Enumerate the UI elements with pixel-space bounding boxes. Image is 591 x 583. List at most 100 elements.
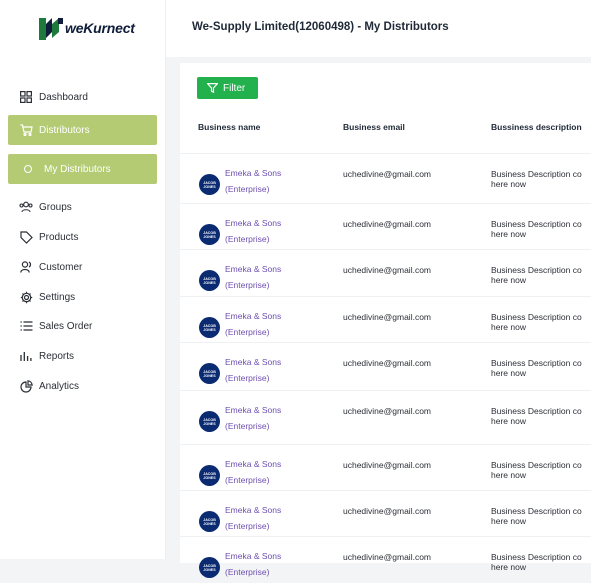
- business-name-link[interactable]: Emeka & Sons (Enterprise): [225, 456, 281, 488]
- business-name: Emeka & Sons: [225, 264, 282, 274]
- sidebar-item-customer[interactable]: Customer: [8, 252, 157, 282]
- business-name-link[interactable]: Emeka & Sons (Enterprise): [225, 215, 281, 247]
- business-name: Emeka & Sons: [225, 551, 282, 561]
- circle-icon: [24, 165, 32, 173]
- table-row[interactable]: JACOB JONES Emeka & Sons (Enterprise) uched…: [180, 536, 591, 583]
- sidebar-item-analytics[interactable]: Analytics: [8, 371, 157, 401]
- business-type: (Enterprise): [225, 373, 270, 383]
- business-email: uchedivine@gmail.com: [343, 460, 432, 470]
- business-name-link[interactable]: Emeka & Sons (Enterprise): [225, 165, 281, 197]
- business-name: Emeka & Sons: [225, 459, 282, 469]
- table-row[interactable]: JACOB JONES Emeka & Sons (Enterprise) uched…: [180, 490, 591, 537]
- description-line: Business Description co: [491, 358, 582, 368]
- business-type: (Enterprise): [225, 421, 270, 431]
- description-line: here now: [491, 368, 526, 378]
- sidebar-item-label: Distributors: [39, 124, 90, 136]
- description-line: here now: [491, 416, 526, 426]
- grid-icon: [19, 90, 33, 104]
- avatar: JACOB JONES: [199, 411, 220, 432]
- description-line: Business Description co: [491, 460, 582, 470]
- brand-logo[interactable]: weKurnect: [39, 16, 135, 40]
- table-row[interactable]: JACOB JONES Emeka & Sons (Enterprise) uched…: [180, 444, 591, 491]
- description-line: Business Description co: [491, 312, 582, 322]
- avatar: JACOB JONES: [199, 465, 220, 486]
- page-title: We-Supply Limited(12060498) - My Distrib…: [192, 21, 449, 33]
- header-bar: We-Supply Limited(12060498) - My Distrib…: [166, 0, 591, 57]
- column-header-business-email[interactable]: Business email: [343, 122, 405, 132]
- business-name: Emeka & Sons: [225, 168, 282, 178]
- business-description: Business Description co here now: [491, 312, 582, 332]
- table-row[interactable]: JACOB JONES Emeka & Sons (Enterprise) uched…: [180, 249, 591, 296]
- sidebar-item-label: Products: [39, 231, 79, 243]
- users-icon: [19, 200, 33, 214]
- business-email: uchedivine@gmail.com: [343, 265, 432, 275]
- sidebar-item-label: Reports: [39, 350, 75, 362]
- description-line: Business Description co: [491, 169, 582, 179]
- business-description: Business Description co here now: [491, 406, 582, 426]
- sidebar-item-label: Settings: [39, 291, 76, 303]
- description-line: here now: [491, 229, 526, 239]
- brand-name: weKurnect: [65, 20, 135, 36]
- table-row[interactable]: JACOB JONES Emeka & Sons (Enterprise) uched…: [180, 203, 591, 250]
- business-name-link[interactable]: Emeka & Sons (Enterprise): [225, 402, 281, 434]
- avatar: JACOB JONES: [199, 174, 220, 195]
- description-line: here now: [491, 470, 526, 480]
- business-description: Business Description co here now: [491, 358, 582, 378]
- filter-button[interactable]: Filter: [197, 77, 258, 99]
- sidebar-item-my-distributors[interactable]: My Distributors: [8, 154, 157, 184]
- filter-icon: [207, 83, 218, 93]
- business-name-link[interactable]: Emeka & Sons (Enterprise): [225, 354, 281, 386]
- sidebar-item-groups[interactable]: Groups: [8, 192, 157, 222]
- description-line: here now: [491, 562, 526, 572]
- table-row[interactable]: JACOB JONES Emeka & Sons (Enterprise) uched…: [180, 342, 591, 389]
- distributors-panel: Filter Business name Business email Buss…: [180, 63, 591, 578]
- business-type: (Enterprise): [225, 475, 270, 485]
- business-description: Business Description co here now: [491, 169, 582, 189]
- business-name-link[interactable]: Emeka & Sons (Enterprise): [225, 502, 281, 534]
- table-row[interactable]: JACOB JONES Emeka & Sons (Enterprise) uched…: [180, 390, 591, 437]
- sidebar-item-distributors[interactable]: Distributors: [8, 115, 157, 145]
- business-type: (Enterprise): [225, 567, 270, 577]
- business-email: uchedivine@gmail.com: [343, 506, 432, 516]
- business-description: Business Description co here now: [491, 506, 582, 526]
- business-email: uchedivine@gmail.com: [343, 406, 432, 416]
- description-line: here now: [491, 275, 526, 285]
- business-email: uchedivine@gmail.com: [343, 312, 432, 322]
- business-description: Business Description co here now: [491, 265, 582, 285]
- sidebar-item-sales-order[interactable]: Sales Order: [8, 311, 157, 341]
- bar-chart-icon: [19, 349, 33, 363]
- sidebar-item-dashboard[interactable]: Dashboard: [8, 82, 157, 112]
- sidebar-item-reports[interactable]: Reports: [8, 341, 157, 371]
- business-type: (Enterprise): [225, 234, 270, 244]
- table-row[interactable]: JACOB JONES Emeka & Sons (Enterprise) uched…: [180, 153, 591, 200]
- business-name: Emeka & Sons: [225, 405, 282, 415]
- business-name-link[interactable]: Emeka & Sons (Enterprise): [225, 261, 281, 293]
- cart-icon: [19, 123, 33, 137]
- description-line: Business Description co: [491, 406, 582, 416]
- sidebar-item-label: Customer: [39, 261, 83, 273]
- sidebar-item-settings[interactable]: Settings: [8, 282, 157, 312]
- sidebar-item-products[interactable]: Products: [8, 222, 157, 252]
- description-line: Business Description co: [491, 506, 582, 516]
- avatar: JACOB JONES: [199, 363, 220, 384]
- business-description: Business Description co here now: [491, 460, 582, 480]
- business-email: uchedivine@gmail.com: [343, 358, 432, 368]
- column-header-business-name[interactable]: Business name: [198, 122, 260, 132]
- business-name: Emeka & Sons: [225, 505, 282, 515]
- avatar: JACOB JONES: [199, 317, 220, 338]
- gear-icon: [19, 290, 33, 304]
- table-row[interactable]: JACOB JONES Emeka & Sons (Enterprise) uched…: [180, 296, 591, 343]
- list-icon: [19, 319, 33, 333]
- business-name-link[interactable]: Emeka & Sons (Enterprise): [225, 548, 281, 580]
- business-name: Emeka & Sons: [225, 357, 282, 367]
- sidebar: weKurnect Dashboard Distributors My Dist…: [0, 0, 166, 559]
- description-line: here now: [491, 516, 526, 526]
- sidebar-item-label: My Distributors: [44, 163, 111, 175]
- business-name-link[interactable]: Emeka & Sons (Enterprise): [225, 308, 281, 340]
- description-line: Business Description co: [491, 265, 582, 275]
- column-header-business-description[interactable]: Bussiness description: [491, 122, 582, 132]
- avatar: JACOB JONES: [199, 511, 220, 532]
- avatar: JACOB JONES: [199, 224, 220, 245]
- description-line: Business Description co: [491, 552, 582, 562]
- sidebar-item-label: Analytics: [39, 380, 80, 392]
